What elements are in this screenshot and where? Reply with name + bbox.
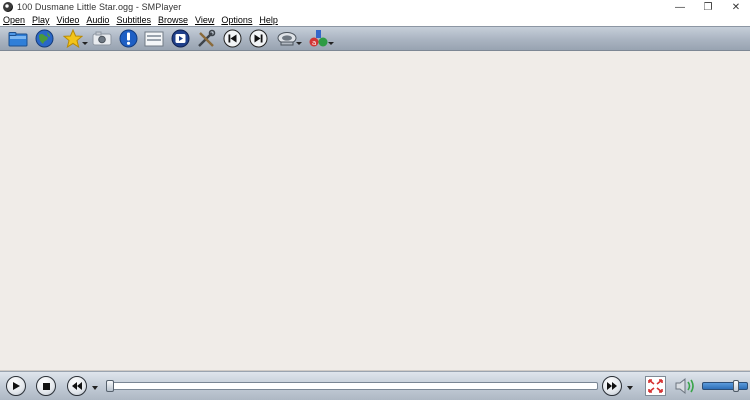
rewind-icon: [72, 382, 82, 390]
rewind-options-chevron-icon[interactable]: [92, 386, 98, 390]
subtitle-track-button[interactable]: a: [303, 28, 335, 50]
window-controls: — ❐ ✕: [666, 0, 750, 14]
audio-track-button[interactable]: [271, 28, 303, 50]
fullscreen-arrows-icon: [648, 379, 663, 393]
rewind-button[interactable]: [67, 376, 87, 396]
chevron-down-icon: [82, 41, 88, 45]
restore-button[interactable]: ❐: [694, 0, 722, 14]
mute-button[interactable]: [674, 377, 698, 395]
close-button[interactable]: ✕: [722, 0, 750, 14]
open-file-button[interactable]: [5, 28, 31, 50]
favorites-button[interactable]: [57, 28, 89, 50]
menu-view[interactable]: View: [195, 15, 214, 25]
stop-icon: [42, 382, 50, 390]
chevron-down-icon: [328, 41, 334, 45]
info-button[interactable]: [115, 28, 141, 50]
window-title: 100 Dusmane Little Star.ogg - SMPlayer: [17, 2, 182, 12]
minimize-button[interactable]: —: [666, 0, 694, 14]
menu-audio[interactable]: Audio: [86, 15, 109, 25]
chevron-down-icon: [296, 41, 302, 45]
star-icon: [63, 29, 83, 48]
speaker-icon: [675, 377, 694, 395]
menu-options[interactable]: Options: [221, 15, 252, 25]
seek-bar[interactable]: [106, 380, 598, 392]
globe-icon: [35, 29, 53, 48]
menu-video[interactable]: Video: [57, 15, 80, 25]
skip-back-icon: [223, 29, 241, 48]
main-toolbar: a: [0, 26, 750, 51]
menu-help[interactable]: Help: [259, 15, 278, 25]
tools-icon: [198, 29, 216, 47]
menu-bar: Open Play Video Audio Subtitles Browse V…: [0, 14, 750, 26]
seek-handle[interactable]: [106, 380, 114, 392]
smplayer-app-icon: [3, 2, 13, 12]
previous-button[interactable]: [219, 28, 245, 50]
video-display-area[interactable]: [0, 51, 750, 371]
open-url-button[interactable]: [31, 28, 57, 50]
title-bar: 100 Dusmane Little Star.ogg - SMPlayer —…: [0, 0, 750, 14]
menu-browse[interactable]: Browse: [158, 15, 188, 25]
fast-forward-icon: [607, 382, 617, 390]
svg-text:a: a: [312, 39, 316, 47]
control-bar: [0, 371, 750, 400]
play-button[interactable]: [6, 376, 26, 396]
stop-button[interactable]: [36, 376, 56, 396]
menu-open[interactable]: Open: [3, 15, 25, 25]
menu-play[interactable]: Play: [32, 15, 50, 25]
skip-forward-icon: [249, 29, 267, 48]
play-icon: [13, 382, 20, 390]
open-folder-icon: [8, 31, 28, 46]
playlist-button[interactable]: [141, 28, 167, 50]
volume-slider[interactable]: [702, 380, 748, 392]
forward-options-chevron-icon[interactable]: [627, 386, 633, 390]
camera-icon: [92, 31, 112, 46]
volume-handle[interactable]: [733, 380, 740, 392]
tube-browser-icon: [171, 29, 189, 48]
forward-button[interactable]: [602, 376, 622, 396]
audio-track-icon: [277, 31, 297, 45]
next-button[interactable]: [245, 28, 271, 50]
screenshot-button[interactable]: [89, 28, 115, 50]
fullscreen-button[interactable]: [645, 376, 666, 396]
playlist-icon: [144, 31, 164, 46]
preferences-button[interactable]: [193, 28, 219, 50]
menu-subtitles[interactable]: Subtitles: [116, 15, 151, 25]
info-icon: [119, 29, 137, 48]
subtitle-track-icon: a: [309, 29, 328, 47]
youtube-browser-button[interactable]: [167, 28, 193, 50]
